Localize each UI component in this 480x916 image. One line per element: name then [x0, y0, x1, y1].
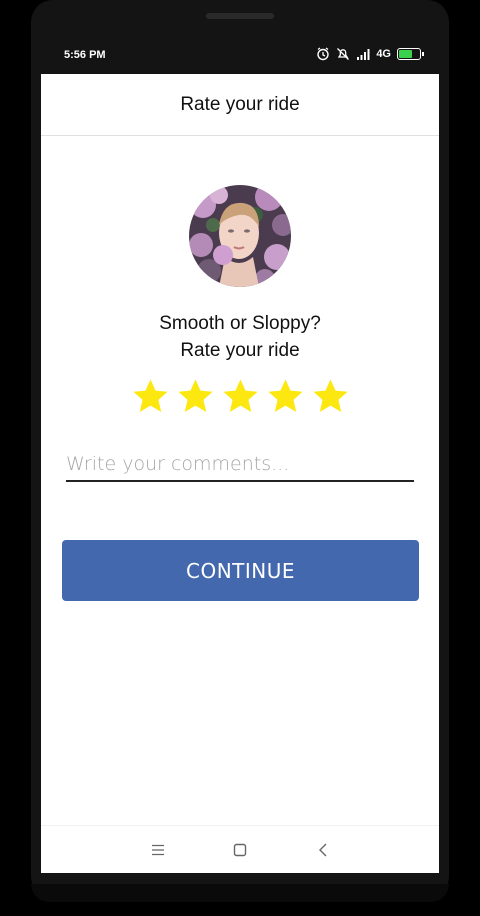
phone-speaker [206, 13, 274, 19]
back-icon[interactable] [312, 839, 334, 861]
rating-prompt: Smooth or Sloppy? Rate your ride [41, 310, 439, 364]
network-type: 4G [376, 48, 391, 60]
prompt-line-1: Smooth or Sloppy? [159, 313, 321, 334]
continue-button[interactable]: CONTINUE [62, 540, 419, 601]
menu-icon[interactable] [147, 839, 169, 861]
page-title: Rate your ride [180, 93, 300, 115]
driver-avatar [189, 185, 291, 287]
app-screen: Rate your ride Smooth or Sloppy? Rate yo… [41, 74, 439, 873]
star-icon[interactable] [311, 377, 350, 416]
alarm-icon [316, 47, 330, 61]
star-icon[interactable] [176, 377, 215, 416]
signal-icon [356, 47, 370, 61]
star-icon[interactable] [131, 377, 170, 416]
battery-charging-icon [397, 48, 424, 60]
system-nav-bar [41, 825, 439, 873]
prompt-line-2: Rate your ride [180, 340, 300, 361]
star-icon[interactable] [266, 377, 305, 416]
home-icon[interactable] [229, 839, 251, 861]
star-icon[interactable] [221, 377, 260, 416]
status-bar: 5:56 PM 4G [41, 42, 439, 74]
comment-input[interactable] [66, 448, 414, 482]
star-rating [41, 377, 439, 416]
status-icons: 4G [316, 47, 424, 61]
status-time: 5:56 PM [64, 49, 106, 61]
app-header: Rate your ride [41, 74, 439, 136]
mute-icon [336, 47, 350, 61]
phone-bottom-edge [31, 884, 449, 902]
